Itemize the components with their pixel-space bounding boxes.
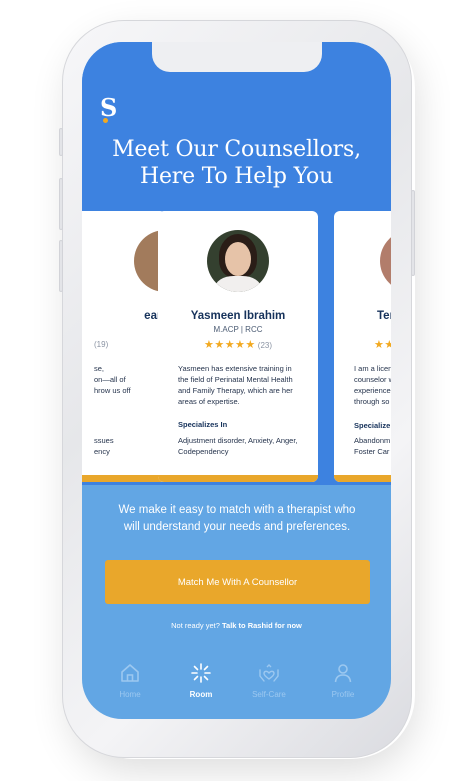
tab-profile[interactable]: Profile bbox=[313, 662, 373, 712]
bio-line: experience bbox=[354, 386, 391, 395]
specialty-line: ssues bbox=[94, 436, 114, 445]
star-rating: ★★★★★ (23) bbox=[158, 338, 318, 351]
tab-label: Home bbox=[119, 690, 141, 699]
tab-label: Self-Care bbox=[252, 690, 286, 699]
bio-line: on—all of bbox=[94, 375, 126, 384]
phone-screen: S Meet Our Counsellors, Here To Help You… bbox=[82, 42, 391, 719]
sparkle-icon bbox=[191, 663, 211, 683]
counsellor-avatar bbox=[380, 230, 391, 292]
tab-self-care[interactable]: Self-Care bbox=[239, 662, 299, 712]
bio-line: hrow us off bbox=[94, 386, 131, 395]
secondary-prompt: Not ready yet? Talk to Rashid for now bbox=[82, 621, 391, 630]
page-title: Meet Our Counsellors, Here To Help You bbox=[82, 136, 391, 190]
bio-line: I am a licen bbox=[354, 364, 391, 373]
tab-label: Profile bbox=[331, 690, 355, 699]
counsellor-name: Ter bbox=[377, 310, 391, 322]
tab-home[interactable]: Home bbox=[100, 662, 160, 712]
mute-switch bbox=[59, 128, 63, 156]
person-icon bbox=[334, 664, 352, 683]
counsellor-card-previous[interactable]: ean (19) se, on—all of hrow us off ssues… bbox=[82, 211, 166, 482]
talk-to-rashid-link[interactable]: Talk to Rashid for now bbox=[222, 621, 302, 630]
bottom-tab-bar: Home Room Self-Care Profile bbox=[82, 662, 391, 719]
counsellor-card[interactable]: Yasmeen Ibrahim M.ACP | RCC ★★★★★ (23) Ya… bbox=[158, 211, 318, 482]
not-ready-text: Not ready yet? bbox=[171, 621, 220, 630]
card-accent-bar bbox=[334, 475, 391, 482]
volume-down-button bbox=[59, 240, 63, 292]
app-mockup: S Meet Our Counsellors, Here To Help You… bbox=[0, 0, 450, 781]
counsellor-avatar bbox=[207, 230, 269, 292]
review-count: (23) bbox=[257, 341, 273, 350]
specialty-line: Foster Car bbox=[354, 447, 390, 456]
match-counsellor-button[interactable]: Match Me With A Counsellor bbox=[105, 560, 370, 604]
notch bbox=[152, 42, 322, 72]
stars-icon: ★★★★★ bbox=[203, 339, 256, 351]
title-line-1: Meet Our Counsellors, bbox=[112, 137, 361, 162]
counsellor-name: Yasmeen Ibrahim bbox=[190, 310, 286, 322]
review-count: (19) bbox=[94, 340, 109, 349]
specializes-list: Adjustment disorder, Anxiety, Anger, Cod… bbox=[178, 436, 298, 456]
tagline: We make it easy to match with a therapis… bbox=[118, 504, 356, 533]
counsellor-bio: Yasmeen has extensive training in the fi… bbox=[178, 364, 293, 406]
specialty-line: Abandonm bbox=[354, 436, 391, 445]
bio-line: counselor w bbox=[354, 375, 391, 384]
specializes-heading: Specialize bbox=[354, 421, 391, 430]
card-accent-bar bbox=[158, 475, 318, 482]
specializes-heading: Specializes In bbox=[178, 420, 228, 429]
volume-up-button bbox=[59, 178, 63, 230]
counsellor-name: ean bbox=[144, 310, 164, 322]
logo-dot bbox=[103, 118, 108, 123]
home-icon bbox=[121, 664, 139, 682]
bio-line: se, bbox=[94, 364, 105, 373]
stars-icon: ★★ bbox=[374, 339, 391, 351]
power-button bbox=[411, 190, 415, 276]
title-line-2: Here To Help You bbox=[139, 164, 334, 189]
logo-letter: S bbox=[100, 93, 118, 122]
counsellor-credentials: M.ACP | RCC bbox=[213, 325, 263, 334]
tab-room[interactable]: Room bbox=[171, 662, 231, 712]
tab-label: Room bbox=[189, 690, 213, 699]
card-accent-bar bbox=[82, 475, 166, 482]
heart-hands-icon bbox=[259, 664, 279, 682]
counsellor-card-next[interactable]: Ter ★★ I am a licen counselor w experien… bbox=[334, 211, 391, 482]
bio-line: through so bbox=[354, 397, 390, 406]
specialty-line: ency bbox=[94, 447, 110, 456]
brand-logo[interactable]: S bbox=[100, 96, 117, 120]
